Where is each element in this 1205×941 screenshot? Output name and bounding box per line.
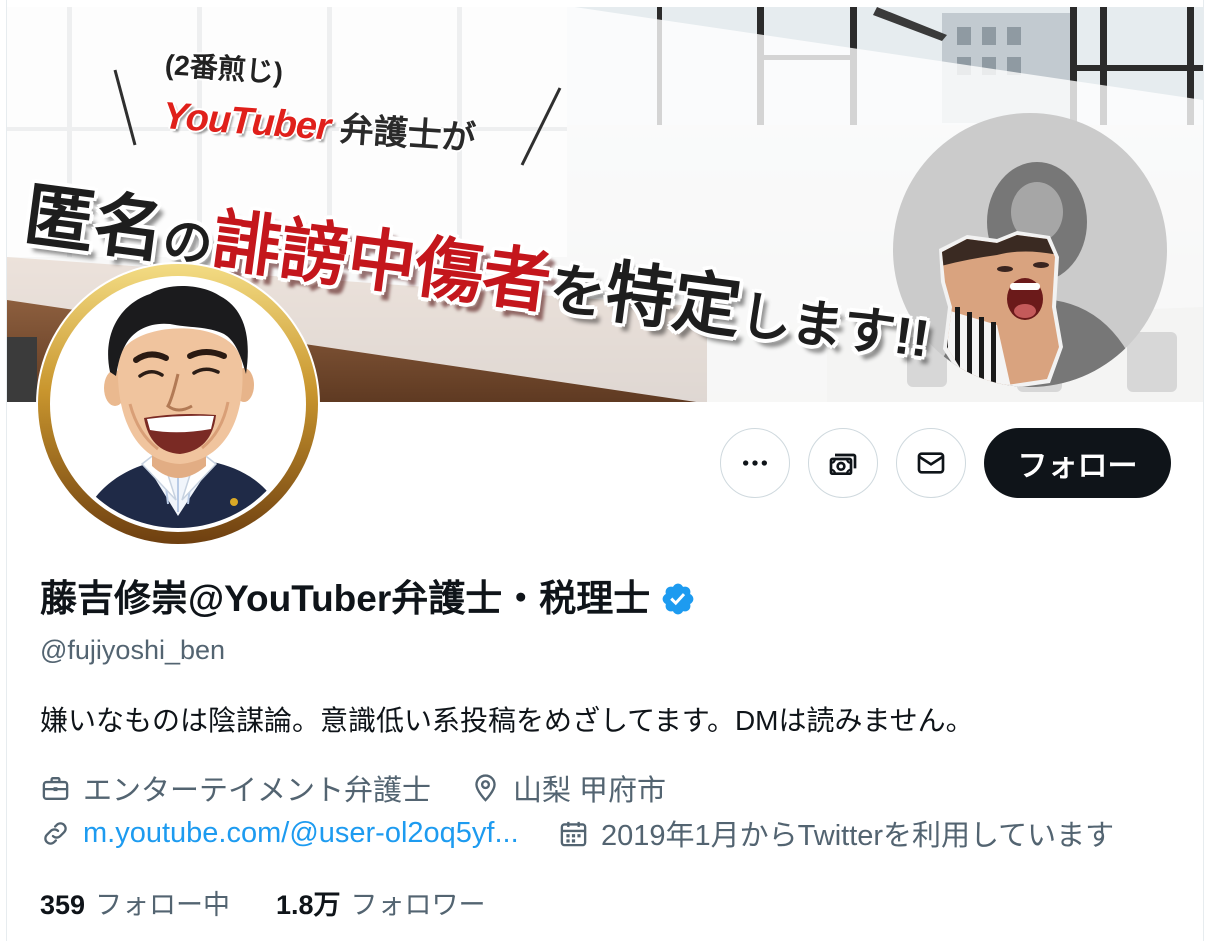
profile-location: 山梨 甲府市 [470,769,666,807]
location-pin-icon [475,773,496,802]
following-count: 359 [40,890,86,920]
website-link[interactable]: m.youtube.com/@user-ol2oq5yf... [83,817,519,850]
followers-count: 1.8万 [276,890,341,920]
location-text: 山梨 甲府市 [513,775,667,807]
user-handle: @fujiyoshi_ben [40,635,226,665]
headline-part: を [545,256,610,327]
profile-page: (2番煎じ) YouTuber 弁護士が 匿名の誹謗中傷者を特定します!! フォ… [0,0,1205,941]
followers-link[interactable]: 1.8万 フォロワー [276,886,486,924]
avatar-caricature-image [38,264,318,544]
following-link[interactable]: 359 フォロー中 [40,886,230,924]
profile-name-row: 藤吉修崇@YouTuber弁護士・税理士 [40,576,696,622]
display-name: 藤吉修崇@YouTuber弁護士・税理士 [40,578,651,619]
profile-website: m.youtube.com/@user-ol2oq5yf... [40,814,519,852]
briefcase-icon [42,776,69,800]
profile-category: エンターテイメント弁護士 [40,769,431,807]
calendar-icon [560,821,587,846]
more-button[interactable] [720,428,790,498]
profile-avatar[interactable] [36,262,320,546]
subscription-icon [829,453,857,475]
link-icon [44,821,67,845]
message-button[interactable] [896,428,966,498]
subscribe-button[interactable] [808,428,878,498]
profile-join-date: 2019年1月からTwitterを利用しています [558,814,1114,852]
mail-icon [917,452,945,474]
profile-bio: 嫌いなものは陰謀論。意識低い系投稿をめざしてます。DMは読みません。 [40,705,974,736]
following-label: フォロー中 [95,890,231,920]
more-horizontal-icon [743,460,767,466]
follow-button[interactable]: フォロー [984,428,1171,498]
verified-badge-icon[interactable] [660,581,696,617]
join-date-text: 2019年1月からTwitterを利用しています [601,820,1115,852]
followers-label: フォロワー [350,890,486,920]
category-text: エンターテイメント弁護士 [83,775,432,807]
